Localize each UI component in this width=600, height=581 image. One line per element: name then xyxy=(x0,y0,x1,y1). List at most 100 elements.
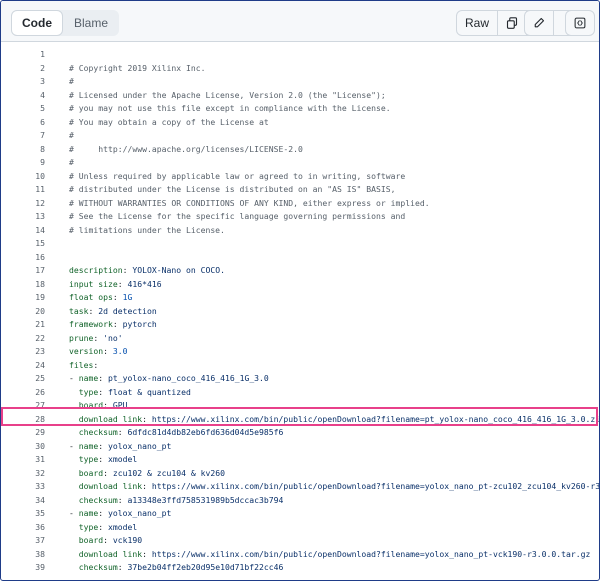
code-token: : xyxy=(98,454,108,464)
code-token: 1G xyxy=(122,292,133,302)
line-number[interactable]: 17 xyxy=(1,264,45,278)
code-token: name xyxy=(78,508,99,518)
code-token: : xyxy=(103,467,113,478)
code-token: input size xyxy=(69,278,118,289)
code-token: description xyxy=(69,265,123,275)
edit-file-button[interactable] xyxy=(525,11,554,35)
line-number[interactable]: 10 xyxy=(1,170,45,184)
code-line: 1 xyxy=(1,48,599,62)
line-text: - name: yolox_nano_pt xyxy=(69,440,171,454)
code-token: https://www.xilinx.com/bin/public/openDo… xyxy=(151,548,591,559)
code-line: 15 xyxy=(1,237,599,251)
line-number[interactable]: 3 xyxy=(1,75,45,89)
code-token: # xyxy=(69,76,74,86)
line-text: # You may obtain a copy of the License a… xyxy=(69,116,269,130)
code-token: xmodel xyxy=(108,454,138,464)
code-line: 14 # limitations under the License. xyxy=(1,224,599,238)
line-number[interactable]: 32 xyxy=(1,467,45,481)
symbols-panel-button[interactable] xyxy=(566,11,594,35)
line-number[interactable]: 15 xyxy=(1,237,45,251)
raw-button[interactable]: Raw xyxy=(457,11,499,35)
code-token: # Unless required by applicable law or a… xyxy=(69,170,406,181)
line-number[interactable]: 38 xyxy=(1,548,45,562)
line-number[interactable]: 30 xyxy=(1,440,45,454)
line-number[interactable]: 36 xyxy=(1,521,45,535)
line-number[interactable]: 4 xyxy=(1,89,45,103)
code-token: # Licensed under the Apache License, Ver… xyxy=(69,89,386,100)
code-token: # http://www.apache.org/licenses/LICENSE… xyxy=(69,143,303,154)
line-text: # WITHOUT WARRANTIES OR CONDITIONS OF AN… xyxy=(69,197,430,211)
code-token: 2d detection xyxy=(98,305,157,316)
line-number[interactable]: 8 xyxy=(1,143,45,157)
line-text: version: 3.0 xyxy=(69,345,128,359)
line-number[interactable]: 37 xyxy=(1,534,45,548)
tab-blame[interactable]: Blame xyxy=(63,10,119,36)
line-number[interactable]: 34 xyxy=(1,494,45,508)
code-token: xmodel xyxy=(108,521,138,532)
line-number[interactable]: 12 xyxy=(1,197,45,211)
line-number[interactable]: 39 xyxy=(1,561,45,575)
code-token: : xyxy=(93,359,99,370)
code-token: checksum xyxy=(69,427,118,437)
code-line: 10 # Unless required by applicable law or… xyxy=(1,170,599,184)
line-number[interactable]: 14 xyxy=(1,224,45,238)
code-token: : xyxy=(98,373,108,383)
line-text: board: vck190 xyxy=(69,534,142,548)
copy-raw-button[interactable] xyxy=(498,11,528,35)
line-number[interactable]: 29 xyxy=(1,426,45,440)
code-token: : xyxy=(122,265,133,275)
line-text: download link: https://www.xilinx.com/bi… xyxy=(69,548,591,562)
line-number[interactable]: 16 xyxy=(1,251,45,265)
line-number[interactable]: 26 xyxy=(1,386,45,400)
line-number[interactable]: 33 xyxy=(1,480,45,494)
code-token: : xyxy=(142,481,152,491)
code-token: files xyxy=(69,359,94,370)
line-text: # xyxy=(69,156,74,170)
line-text: # xyxy=(69,129,74,143)
line-text: # See the License for the specific langu… xyxy=(69,210,405,224)
line-number[interactable]: 5 xyxy=(1,102,45,116)
code-line: 29 checksum: 6dfdc81d4db82eb6fd636d04d5e… xyxy=(1,426,599,440)
code-token: : xyxy=(98,521,108,532)
line-number[interactable]: 25 xyxy=(1,372,45,386)
line-text: files: xyxy=(69,359,98,373)
line-text: description: YOLOX-Nano on COCO. xyxy=(69,264,225,278)
code-token: pytorch xyxy=(122,319,157,329)
line-number[interactable]: 11 xyxy=(1,183,45,197)
line-number[interactable]: 7 xyxy=(1,129,45,143)
code-line: 6 # You may obtain a copy of the License … xyxy=(1,116,599,130)
code-line: 12 # WITHOUT WARRANTIES OR CONDITIONS OF … xyxy=(1,197,599,211)
copy-icon xyxy=(506,17,518,29)
line-number[interactable]: 31 xyxy=(1,453,45,467)
line-number[interactable]: 19 xyxy=(1,291,45,305)
line-number[interactable]: 35 xyxy=(1,507,45,521)
line-number[interactable]: 6 xyxy=(1,116,45,130)
code-line: 26 type: float & quantized xyxy=(1,386,599,400)
line-text: prune: 'no' xyxy=(69,332,123,346)
code-line: 39 checksum: 37be2b04ff2eb20d95e10d71bf2… xyxy=(1,561,599,575)
line-number[interactable]: 2 xyxy=(1,62,45,76)
code-line: 5 # you may not use this file except in c… xyxy=(1,102,599,116)
line-number[interactable]: 13 xyxy=(1,210,45,224)
code-token: board xyxy=(69,535,104,545)
line-number[interactable]: 24 xyxy=(1,359,45,373)
line-number[interactable]: 23 xyxy=(1,345,45,359)
line-number[interactable]: 18 xyxy=(1,278,45,292)
code-token: YOLOX-Nano on COCO. xyxy=(132,265,225,275)
line-number[interactable]: 1 xyxy=(1,48,45,62)
code-token: : xyxy=(93,332,104,343)
code-token: name xyxy=(78,440,99,451)
file-toolbar: Code Blame Raw xyxy=(1,1,599,42)
code-token: framework xyxy=(69,319,113,329)
code-line: 25 - name: pt_yolox-nano_coco_416_416_1G_… xyxy=(1,372,599,386)
line-number[interactable]: 22 xyxy=(1,332,45,346)
tab-code[interactable]: Code xyxy=(11,10,63,36)
code-line: 3 # xyxy=(1,75,599,89)
line-number[interactable]: 21 xyxy=(1,318,45,332)
code-token: : xyxy=(98,440,108,451)
line-number[interactable]: 9 xyxy=(1,156,45,170)
code-token: board xyxy=(69,467,104,478)
code-token: # limitations under the License. xyxy=(69,224,225,235)
line-text: type: float & quantized xyxy=(69,386,191,400)
line-number[interactable]: 20 xyxy=(1,305,45,319)
